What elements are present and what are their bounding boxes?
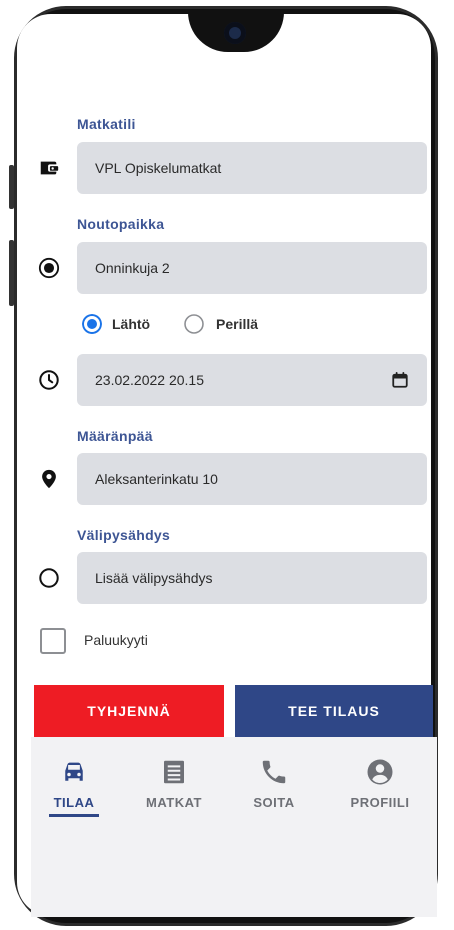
stopover-field[interactable]: Lisää välipysähdys — [77, 552, 427, 604]
map-pin-icon — [42, 469, 56, 489]
stopover-label: Välipysähdys — [77, 527, 171, 543]
list-icon — [164, 760, 184, 784]
phone-icon — [262, 760, 286, 784]
pickup-field[interactable]: Onninkuja 2 — [77, 242, 427, 294]
nav-label-matkat: MATKAT — [146, 795, 202, 810]
active-tab-indicator — [49, 814, 99, 817]
datetime-value: 23.02.2022 20.15 — [95, 372, 204, 388]
nav-item-tilaa[interactable]: TILAA — [29, 757, 119, 837]
pickup-label: Noutopaikka — [77, 216, 165, 232]
return-trip-checkbox[interactable] — [40, 628, 66, 654]
destination-field[interactable]: Aleksanterinkatu 10 — [77, 453, 427, 505]
circle-icon — [39, 568, 59, 588]
destination-label: Määränpää — [77, 428, 153, 444]
nav-item-matkat[interactable]: MATKAT — [129, 757, 219, 837]
bottom-navigation: TILAA MATKAT SOITA PROFIILI — [31, 737, 437, 917]
car-icon — [65, 762, 83, 781]
order-button[interactable]: TEE TILAUS — [235, 685, 433, 737]
front-camera — [224, 22, 246, 44]
calendar-icon[interactable] — [391, 371, 409, 389]
radio-target-icon — [38, 257, 60, 279]
radio-selected-icon[interactable] — [82, 314, 102, 334]
clock-icon — [39, 370, 59, 390]
return-trip-label: Paluukyyti — [84, 632, 148, 648]
nav-label-profiili: PROFIILI — [350, 795, 410, 810]
radio-arrival-label: Perillä — [216, 316, 259, 332]
nav-item-profiili[interactable]: PROFIILI — [335, 757, 425, 837]
side-button-lower — [9, 240, 14, 306]
radio-departure-label: Lähtö — [112, 316, 151, 332]
side-button-upper — [9, 165, 14, 209]
clear-button[interactable]: TYHJENNÄ — [34, 685, 224, 737]
nav-item-soita[interactable]: SOITA — [229, 757, 319, 837]
account-value: VPL Opiskelumatkat — [95, 160, 222, 176]
account-field[interactable]: VPL Opiskelumatkat — [77, 142, 427, 194]
account-label: Matkatili — [77, 116, 136, 132]
account-icon — [367, 759, 393, 785]
nav-label-tilaa: TILAA — [53, 795, 95, 810]
stopover-placeholder: Lisää välipysähdys — [95, 570, 213, 586]
radio-unselected-icon[interactable] — [184, 314, 204, 334]
pickup-value: Onninkuja 2 — [95, 260, 170, 276]
nav-label-soita: SOITA — [253, 795, 295, 810]
datetime-field[interactable]: 23.02.2022 20.15 — [77, 354, 427, 406]
destination-value: Aleksanterinkatu 10 — [95, 471, 218, 487]
wallet-icon — [40, 161, 59, 175]
